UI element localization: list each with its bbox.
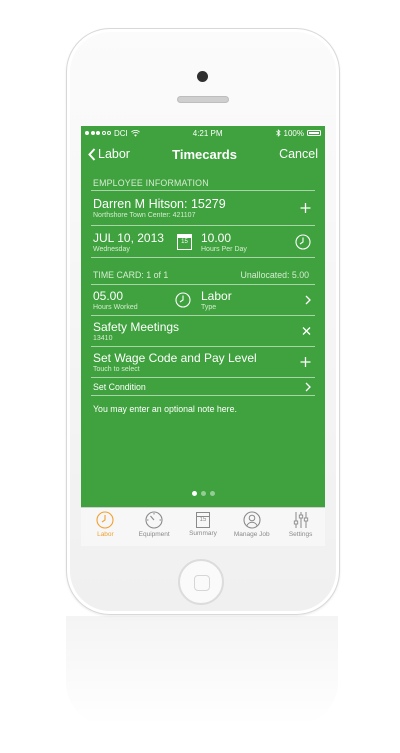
type-value: Labor: [201, 289, 232, 303]
timecard-section-header: TIME CARD: 1 of 1 Unallocated: 5.00: [91, 257, 315, 284]
tab-equipment[interactable]: Equipment: [130, 508, 178, 538]
sliders-icon: [293, 512, 308, 528]
clock-icon[interactable]: [295, 233, 311, 250]
employee-name: Darren M Hitson: 15279: [93, 197, 226, 211]
employee-row[interactable]: Darren M Hitson: 15279 Northshore Town C…: [91, 190, 315, 225]
page-dot-1: [191, 491, 197, 496]
wage-code-hint: Touch to select: [93, 366, 140, 373]
page-indicator[interactable]: [81, 491, 325, 496]
navigation-bar: Labor Timecards Cancel: [81, 140, 325, 168]
tab-equipment-label: Equipment: [138, 531, 170, 538]
home-button[interactable]: [178, 559, 224, 605]
tab-settings[interactable]: Settings: [277, 508, 325, 538]
front-camera: [197, 71, 208, 82]
battery-icon: [306, 130, 321, 136]
home-square-icon: [194, 575, 210, 591]
chevron-right-icon[interactable]: [305, 295, 311, 305]
hours-worked-label: Hours Worked: [93, 304, 138, 311]
wage-code-row[interactable]: Set Wage Code and Pay Level Touch to sel…: [91, 346, 315, 377]
carrier-name: DCI: [114, 128, 128, 138]
activity-row[interactable]: Safety Meetings 13410: [91, 315, 315, 346]
earpiece-speaker: [177, 96, 229, 103]
wage-code-title: Set Wage Code and Pay Level: [93, 351, 257, 365]
battery-percent: 100%: [283, 128, 304, 138]
note-placeholder: You may enter an optional note here.: [93, 404, 237, 414]
employee-section-header: EMPLOYEE INFORMATION: [81, 168, 325, 190]
date-hours-row[interactable]: JUL 10, 2013 Wednesday 15 10.00 Hours Pe…: [91, 225, 315, 257]
hours-clock-icon[interactable]: [175, 292, 191, 308]
page-dot-2: [200, 491, 206, 496]
type-label: Type: [201, 304, 217, 311]
add-wage-code-icon[interactable]: [300, 357, 311, 368]
wifi-icon: [130, 129, 140, 137]
set-condition-label: Set Condition: [93, 381, 146, 392]
activity-code: 13410: [93, 335, 113, 342]
status-time: 4:21 PM: [192, 128, 223, 138]
add-employee-icon[interactable]: [300, 203, 311, 214]
tab-labor-label: Labor: [97, 531, 114, 538]
tab-bar: Labor Equipment 15 Summary Manage Job Se…: [81, 507, 325, 546]
page-title: Timecards: [172, 146, 237, 162]
clock-icon: [96, 511, 114, 529]
work-date: JUL 10, 2013: [93, 230, 164, 245]
remove-activity-icon[interactable]: [302, 327, 311, 336]
calendar-icon: 15: [195, 512, 210, 528]
tab-labor[interactable]: Labor: [81, 508, 129, 538]
condition-chevron-right-icon: [305, 382, 311, 391]
status-bar: DCI 4:21 PM 100%: [81, 126, 325, 140]
calendar-icon[interactable]: 15: [177, 233, 192, 250]
cancel-button[interactable]: Cancel: [279, 147, 318, 161]
gauge-icon: [145, 511, 163, 529]
summary-calendar-day: 15: [199, 517, 207, 523]
employee-section-title: EMPLOYEE INFORMATION: [93, 178, 209, 188]
tab-manage-job[interactable]: Manage Job: [228, 508, 276, 538]
tab-summary[interactable]: 15 Summary: [179, 508, 227, 537]
back-button[interactable]: Labor: [88, 147, 130, 161]
hours-per-day-label: Hours Per Day: [201, 245, 247, 253]
signal-strength-icon: [85, 131, 111, 135]
tab-summary-label: Summary: [189, 530, 217, 537]
app-screen: DCI 4:21 PM 100% Labor Timecards Cancel …: [81, 126, 325, 546]
iphone-device: DCI 4:21 PM 100% Labor Timecards Cancel …: [66, 28, 340, 615]
calendar-day: 15: [181, 238, 188, 245]
back-button-label: Labor: [98, 147, 130, 161]
tab-manage-job-label: Manage Job: [233, 531, 270, 538]
employee-location: Northshore Town Center: 421107: [93, 212, 196, 219]
unallocated-hours: Unallocated: 5.00: [240, 270, 309, 280]
chevron-left-icon: [88, 147, 96, 161]
set-condition-row[interactable]: Set Condition: [91, 377, 315, 396]
activity-name: Safety Meetings: [93, 320, 180, 334]
person-icon: [243, 511, 261, 529]
timecard-counter: TIME CARD: 1 of 1: [93, 270, 169, 280]
tab-settings-label: Settings: [288, 531, 313, 538]
hours-type-row[interactable]: 05.00 Hours Worked Labor Type: [91, 284, 315, 315]
hours-per-day-value: 10.00: [201, 230, 232, 245]
bluetooth-icon: [275, 129, 281, 137]
phone-reflection: [66, 616, 338, 726]
page-dot-3: [209, 491, 215, 496]
work-weekday: Wednesday: [93, 245, 130, 253]
hours-worked-value: 05.00: [93, 289, 124, 303]
note-field[interactable]: You may enter an optional note here.: [81, 396, 325, 414]
